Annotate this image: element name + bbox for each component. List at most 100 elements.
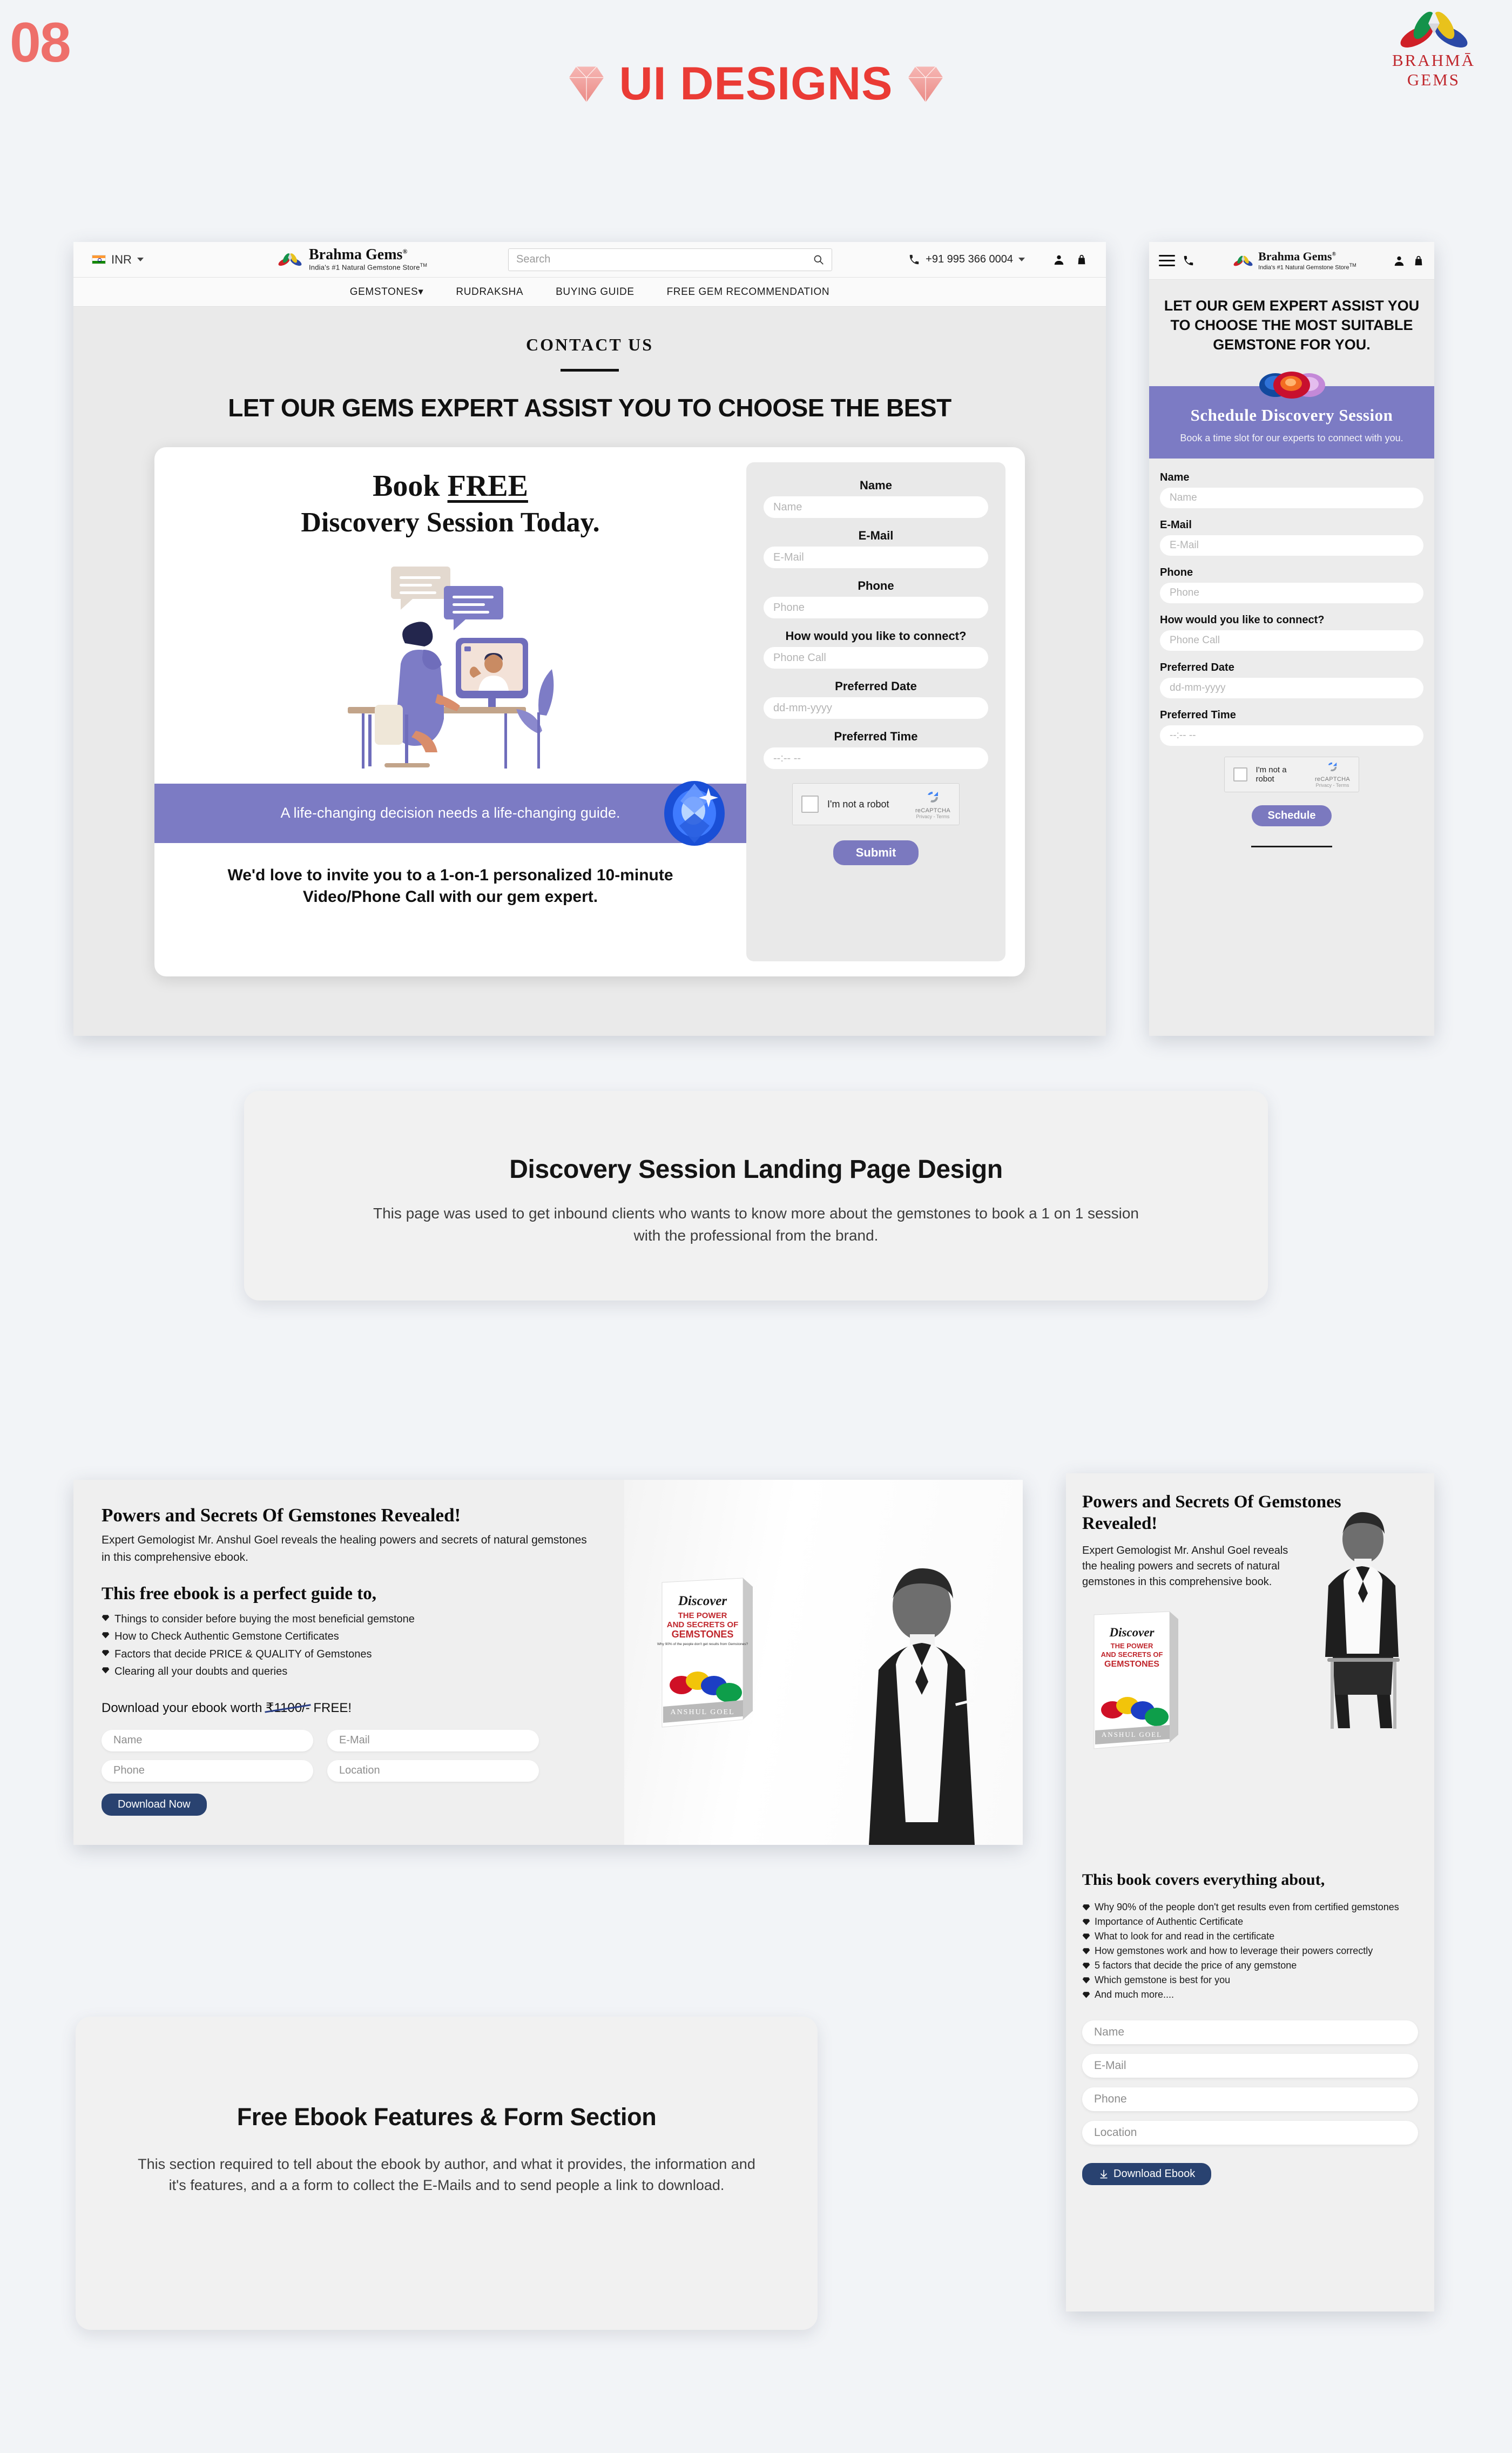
user-icon[interactable] [1393,255,1405,267]
recaptcha-widget[interactable]: I'm not a robot reCAPTCHA Privacy - Term… [1224,756,1359,792]
recaptcha-widget[interactable]: I'm not a robot reCAPTCHA Privacy - Term… [792,783,960,825]
field-label: E-Mail [1160,518,1192,531]
hero-title-line1: Book FREE [373,469,528,503]
field-label: Preferred Time [1160,709,1236,721]
site-nav: GEMSTONES▾ RUDRAKSHA BUYING GUIDE FREE G… [73,278,1106,307]
recaptcha-icon [928,791,939,803]
connect-method-select[interactable]: Phone Call [764,647,988,669]
schedule-button[interactable]: Schedule [1251,805,1332,826]
contact-kicker: CONTACT US [526,335,653,354]
chevron-down-icon [1018,258,1025,261]
nav-item-rudraksha[interactable]: RUDRAKSHA [456,286,523,298]
form-field-preferred-time: Preferred Time --:-- -- [764,730,988,769]
svg-text:GEMSTONES: GEMSTONES [1104,1660,1159,1669]
form-field-phone: Phone Phone [764,579,988,618]
banner-title: Schedule Discovery Session [1190,405,1393,424]
ebook-content-panel: Powers and Secrets Of Gemstones Revealed… [73,1480,624,1845]
banner-subtitle: Book a time slot for our experts to conn… [1180,432,1403,443]
bag-icon[interactable] [1413,255,1425,267]
preferred-time-input[interactable]: --:-- -- [764,747,988,769]
preferred-time-input[interactable]: --:-- -- [1160,725,1423,746]
ebook-cover-image: Discover THE POWER AND SECRETS OF GEMSTO… [1094,1611,1178,1749]
ebook-visual-panel: Discover THE POWER AND SECRETS OF GEMSTO… [624,1480,1023,1845]
recaptcha-legal-links[interactable]: Privacy - Terms [1315,783,1350,788]
ebook-cover-image: Discover THE POWER AND SECRETS OF GEMSTO… [657,1578,753,1728]
preferred-date-input[interactable]: dd-mm-yyyy [764,697,988,719]
field-label: E-Mail [858,529,894,542]
mobile-hero: LET OUR GEM EXPERT ASSIST YOU TO CHOOSE … [1149,280,1434,401]
email-input[interactable]: E-Mail [1082,2054,1418,2078]
list-item: Things to consider before buying the mos… [102,1610,597,1628]
connect-method-select[interactable]: Phone Call [1160,630,1423,651]
currency-selector[interactable]: INR [92,253,254,267]
caption-title: Free Ebook Features & Form Section [237,2103,657,2131]
list-item: How gemstones work and how to leverage t… [1082,1944,1418,1958]
phone-input[interactable]: Phone [1160,582,1423,603]
gem-bullet-icon [1082,1904,1090,1911]
submit-button[interactable]: Submit [833,840,919,865]
caption-body: This page was used to get inbound client… [373,1205,1139,1244]
name-input[interactable]: Name [764,496,988,518]
form-field-preferred-date: Preferred Date dd-mm-yyyy [1160,662,1423,698]
mobile-ebook-header: Powers and Secrets Of Gemstones Revealed… [1066,1473,1434,1749]
form-field-connect-method: How would you like to connect? Phone Cal… [1160,614,1423,651]
site-logo[interactable]: Brahma Gems® India's #1 Natural Gemstone… [275,247,427,272]
band-text: A life-changing decision needs a life-ch… [280,805,620,821]
hamburger-menu-icon[interactable] [1159,252,1175,269]
list-item: Why 90% of the people don't get results … [1082,1900,1418,1915]
bag-icon[interactable] [1076,254,1088,266]
brand-name: BRAHMĀ GEMS [1392,51,1476,89]
gem-bullet-icon [102,1615,110,1621]
phone-input[interactable]: Phone [102,1760,313,1782]
email-input[interactable]: E-Mail [327,1729,539,1751]
name-input[interactable]: Name [1082,2020,1418,2045]
recaptcha-checkbox[interactable] [801,796,819,813]
download-now-button[interactable]: Download Now [102,1793,207,1816]
site-topbar: INR Brahma Gems® India's #1 Natural Gems… [73,242,1106,278]
phone-input[interactable]: Phone [1082,2087,1418,2112]
mobile-ebook-list-heading: This book covers everything about, [1082,1871,1325,1889]
lotus-gem-logo-icon [1233,255,1253,266]
mobile-site-logo[interactable]: Brahma Gems® India's #1 Natural Gemstone… [1231,249,1356,271]
preferred-date-input[interactable]: dd-mm-yyyy [1160,677,1423,698]
caption-card-ebook: Free Ebook Features & Form Section This … [76,2017,818,2330]
form-field-preferred-time: Preferred Time --:-- -- [1160,709,1423,746]
chevron-down-icon: ▾ [418,286,424,298]
list-item: Importance of Authentic Certificate [1082,1915,1418,1929]
gem-bullet-icon [1082,1963,1090,1969]
email-input[interactable]: E-Mail [1160,535,1423,556]
currency-label: INR [111,252,132,266]
gem-bullet-icon [1082,1992,1090,1998]
phone-number: +91 995 366 0004 [926,253,1013,265]
name-input[interactable]: Name [1160,487,1423,508]
phone-link[interactable]: +91 995 366 0004 [908,253,1025,266]
download-ebook-button[interactable]: Download Ebook [1082,2163,1212,2186]
nav-item-buying-guide[interactable]: BUYING GUIDE [556,286,634,298]
name-input[interactable]: Name [102,1729,313,1751]
phone-input[interactable]: Phone [764,597,988,618]
search-input[interactable]: Search [508,248,833,271]
email-input[interactable]: E-Mail [764,547,988,568]
contact-heading: LET OUR GEMS EXPERT ASSIST YOU TO CHOOSE… [228,394,951,422]
recaptcha-legal-links[interactable]: Privacy - Terms [915,814,950,819]
recaptcha-checkbox[interactable] [1233,767,1247,781]
struck-price: ₹1100/- [266,1700,310,1715]
hero-footer-text: We'd love to invite you to a 1-on-1 pers… [227,866,673,906]
gem-bullet-icon [102,1632,110,1639]
form-field-preferred-date: Preferred Date dd-mm-yyyy [764,679,988,719]
nav-item-free-gem-recommendation[interactable]: FREE GEM RECOMMENDATION [667,286,830,298]
mobile-logo-name: Brahma Gems [1258,249,1332,263]
gem-bullet-icon [1082,1977,1090,1984]
blue-gem-icon [664,781,725,846]
location-input[interactable]: Location [327,1760,539,1782]
svg-text:AND SECRETS OF: AND SECRETS OF [667,1620,739,1629]
nav-item-gemstones[interactable]: GEMSTONES▾ [350,286,424,298]
topbar-right-group: +91 995 366 0004 [908,253,1088,266]
recaptcha-icon [1328,763,1337,772]
user-icon[interactable] [1053,254,1065,266]
field-label: Phone [858,579,894,592]
location-input[interactable]: Location [1082,2121,1418,2145]
mobile-discovery-form: Name Name E-Mail E-Mail Phone Phone How … [1149,458,1434,853]
phone-icon[interactable] [1183,255,1194,267]
gem-bullet-icon [102,1667,110,1674]
